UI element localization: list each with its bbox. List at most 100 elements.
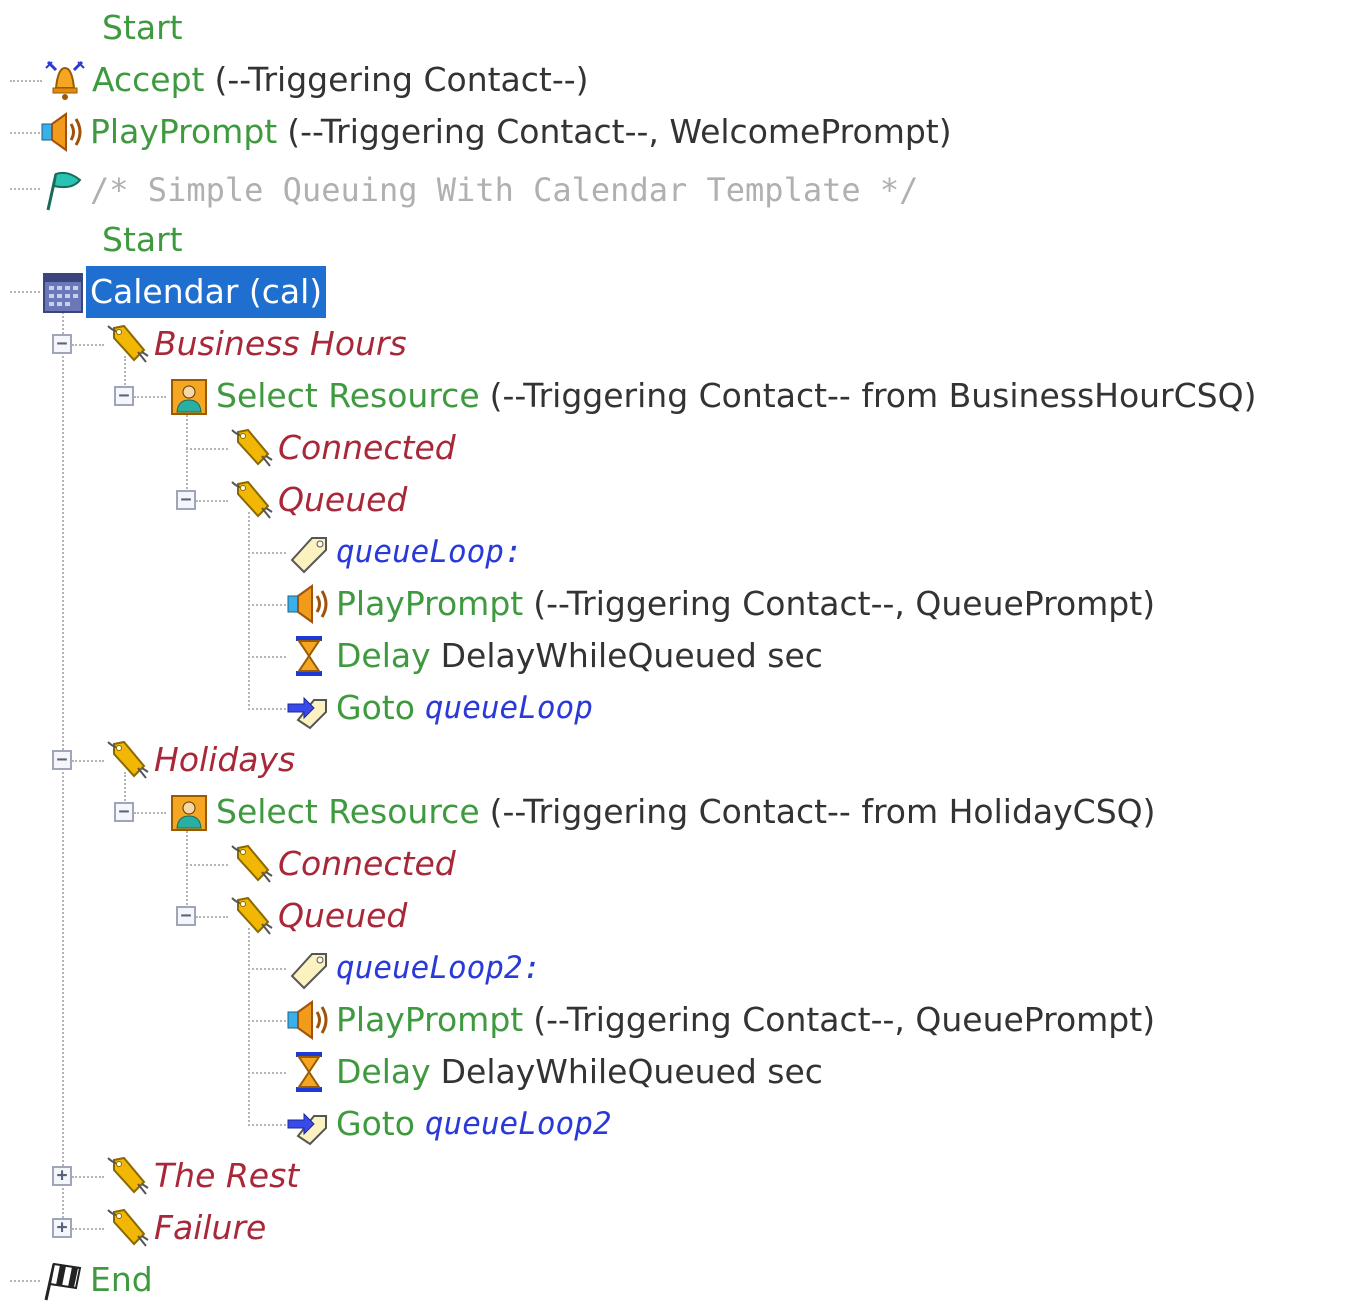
tree-node-calendar[interactable]: Calendar (cal) (40, 266, 327, 318)
tree-connector (186, 448, 228, 450)
expand-toggle[interactable]: + (52, 1166, 72, 1186)
tree-connector (196, 916, 228, 918)
collapse-toggle[interactable]: − (176, 490, 196, 510)
goto-target: queueLoop2 (424, 1106, 612, 1142)
goto-target: queueLoop (424, 690, 593, 726)
step-args: DelayWhileQueued sec (440, 636, 823, 675)
tree-connector (248, 968, 286, 970)
tree-node-branch-connected[interactable]: Connected (228, 422, 456, 474)
step-name: Select Resource (216, 792, 480, 831)
step-name: PlayPrompt (90, 112, 278, 151)
loop-label: queueLoop2: (336, 950, 542, 986)
tree-connector (248, 1020, 286, 1022)
collapse-toggle[interactable]: − (52, 334, 72, 354)
step-name: Select Resource (216, 376, 480, 415)
tree-connector (196, 500, 228, 502)
loop-label: queueLoop: (336, 534, 523, 570)
speaker-icon (286, 998, 332, 1042)
branch-label: Queued (278, 896, 408, 935)
collapse-toggle[interactable]: − (114, 386, 134, 406)
tree-node-delay[interactable]: Delay DelayWhileQueued sec (286, 630, 823, 682)
tree-node-play-prompt[interactable]: PlayPrompt (--Triggering Contact--, Queu… (286, 578, 1155, 630)
calendar-icon (40, 270, 86, 314)
tree-connector (248, 552, 286, 554)
hourglass-icon (286, 634, 332, 678)
agent-resource-icon (166, 374, 212, 418)
speaker-icon (286, 582, 332, 626)
tree-node-select-resource[interactable]: Select Resource (--Triggering Contact-- … (166, 786, 1156, 838)
branch-tag-icon (228, 842, 274, 886)
label-tag-icon (286, 530, 332, 574)
step-name: PlayPrompt (336, 1000, 524, 1039)
collapse-toggle[interactable]: − (52, 750, 72, 770)
tree-connector (186, 864, 228, 866)
branch-tag-icon (104, 322, 150, 366)
tree-connector (10, 80, 42, 82)
step-name: Goto (336, 1104, 415, 1143)
branch-tag-icon (104, 1154, 150, 1198)
tree-node-branch-the-rest[interactable]: The Rest (104, 1150, 299, 1202)
branch-tag-icon (228, 478, 274, 522)
tree-node-comment[interactable]: /* Simple Queuing With Calendar Template… (40, 164, 918, 216)
tree-node-delay[interactable]: Delay DelayWhileQueued sec (286, 1046, 823, 1098)
branch-label: Failure (154, 1208, 267, 1247)
branch-label: Holidays (154, 740, 296, 779)
tree-node-label[interactable]: queueLoop: (286, 526, 523, 578)
branch-label: The Rest (154, 1156, 300, 1195)
goto-arrow-icon (286, 686, 332, 730)
tree-node-goto[interactable]: Goto queueLoop (286, 682, 593, 734)
step-name: Goto (336, 688, 415, 727)
agent-resource-icon (166, 790, 212, 834)
goto-arrow-icon (286, 1102, 332, 1146)
step-name: PlayPrompt (336, 584, 524, 623)
step-name: Delay (336, 636, 431, 675)
step-args: (--Triggering Contact-- from BusinessHou… (489, 376, 1257, 415)
tree-node-play-prompt[interactable]: PlayPrompt (--Triggering Contact--, Welc… (40, 106, 952, 158)
tree-connector (72, 760, 104, 762)
step-name: Delay (336, 1052, 431, 1091)
branch-label: Connected (278, 428, 456, 467)
tree-connector (134, 396, 166, 398)
branch-tag-icon (104, 738, 150, 782)
tree-connector (10, 291, 40, 293)
expand-toggle[interactable]: + (52, 1218, 72, 1238)
tree-node-branch-connected[interactable]: Connected (228, 838, 456, 890)
collapse-toggle[interactable]: − (176, 906, 196, 926)
tree-connector (248, 604, 286, 606)
tree-node-label[interactable]: queueLoop2: (286, 942, 541, 994)
tree-node-branch-holidays[interactable]: Holidays (104, 734, 295, 786)
end-label: End (90, 1260, 153, 1299)
tree-node-branch-business-hours[interactable]: Business Hours (104, 318, 407, 370)
comment-text: /* Simple Queuing With Calendar Template… (90, 171, 919, 209)
branch-label: Connected (278, 844, 456, 883)
tree-connector (10, 188, 40, 190)
tree-connector (72, 1228, 104, 1230)
tree-connector (134, 812, 166, 814)
tree-node-branch-queued[interactable]: Queued (228, 474, 407, 526)
tree-connector (72, 344, 104, 346)
tree-node-start[interactable]: Start (102, 214, 183, 266)
label-tag-icon (286, 946, 332, 990)
step-args: (--Triggering Contact--, WelcomePrompt) (287, 112, 952, 151)
tree-node-start[interactable]: Start (102, 2, 183, 54)
tree-node-branch-queued[interactable]: Queued (228, 890, 407, 942)
tree-node-goto[interactable]: Goto queueLoop2 (286, 1098, 612, 1150)
step-args: (--Triggering Contact-- from HolidayCSQ) (489, 792, 1156, 831)
tree-node-select-resource[interactable]: Select Resource (--Triggering Contact-- … (166, 370, 1256, 422)
checkered-flag-icon (40, 1258, 86, 1302)
calendar-label-selected: Calendar (cal) (86, 266, 327, 318)
tree-node-branch-failure[interactable]: Failure (104, 1202, 266, 1254)
speaker-icon (40, 110, 86, 154)
step-args: (--Triggering Contact--, QueuePrompt) (533, 1000, 1156, 1039)
collapse-toggle[interactable]: − (114, 802, 134, 822)
hourglass-icon (286, 1050, 332, 1094)
start-label: Start (102, 8, 183, 47)
flag-icon (40, 168, 86, 212)
tree-node-end[interactable]: End (40, 1254, 153, 1306)
tree-connector (10, 1280, 40, 1282)
tree-connector (248, 708, 286, 710)
tree-node-play-prompt[interactable]: PlayPrompt (--Triggering Contact--, Queu… (286, 994, 1155, 1046)
tree-connector (248, 1124, 286, 1126)
tree-node-accept[interactable]: Accept (--Triggering Contact--) (42, 54, 589, 106)
tree-connector (248, 656, 286, 658)
